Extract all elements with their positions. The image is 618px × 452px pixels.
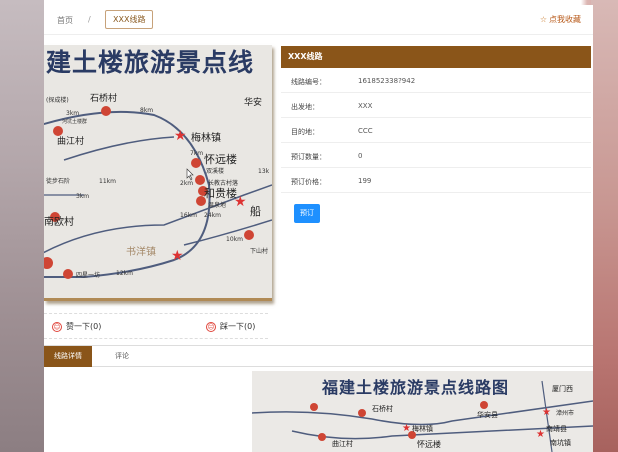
- info-row-booking-price: 预订价格： 199: [281, 168, 591, 193]
- svg-text:华安县: 华安县: [477, 410, 498, 419]
- svg-text:石桥村: 石桥村: [372, 404, 393, 413]
- route-info-panel: XXX线路 线路编号： 161852338?942 出发地： XXX 目的地： …: [281, 46, 591, 226]
- svg-text:南靖县: 南靖县: [546, 424, 567, 433]
- svg-text:★: ★: [171, 248, 184, 264]
- svg-text:怀远楼: 怀远楼: [417, 439, 441, 449]
- svg-text:温泉地: 温泉地: [208, 201, 226, 209]
- svg-text:下山村: 下山村: [250, 247, 268, 255]
- svg-text:2km: 2km: [180, 180, 193, 187]
- svg-text:3km: 3km: [66, 110, 79, 117]
- svg-text:13k: 13k: [258, 168, 270, 175]
- svg-text:梅林镇: 梅林镇: [412, 424, 433, 433]
- svg-text:梅林镇: 梅林镇: [191, 131, 221, 144]
- tab-comments[interactable]: 评论: [105, 346, 139, 367]
- info-label: 目的地：: [291, 128, 319, 136]
- svg-text:10km: 10km: [226, 236, 243, 243]
- info-row-destination: 目的地： CCC: [281, 118, 591, 143]
- background-right: [591, 0, 618, 452]
- page-container: 首页 / XXX线路 ☆ 点我收藏 建土楼旅游景点线 ★ ★ ★ (探成楼) 石…: [44, 5, 593, 452]
- svg-text:3km: 3km: [76, 193, 89, 200]
- svg-text:怀远楼: 怀远楼: [204, 152, 237, 166]
- svg-text:11km: 11km: [99, 178, 116, 185]
- map-title: 建土楼旅游景点线: [46, 48, 254, 77]
- svg-text:华安: 华安: [244, 96, 262, 108]
- route-map-image[interactable]: 建土楼旅游景点线 ★ ★ ★ (探成楼) 石桥村 河坑土楼群 曲江村 梅林镇 怀…: [44, 45, 272, 301]
- breadcrumb-separator: /: [88, 15, 91, 24]
- detail-tabs: 线路详情 评论: [44, 345, 593, 367]
- bottom-map-title: 福建土楼旅游景点线路图: [321, 378, 509, 397]
- tab-route-details[interactable]: 线路详情: [44, 346, 92, 367]
- favorite-button[interactable]: ☆ 点我收藏: [540, 14, 581, 25]
- svg-text:24km: 24km: [204, 212, 221, 219]
- svg-text:南欧村: 南欧村: [44, 215, 74, 228]
- svg-text:河坑土楼群: 河坑土楼群: [62, 118, 87, 125]
- route-detail-map-image: 福建土楼旅游景点线路图 ★ ★ ★ 厦门西 华安县 漳州市 石桥村 南靖县 梅林…: [252, 371, 593, 452]
- route-info-title: XXX线路: [281, 46, 591, 68]
- frown-icon: ☹: [206, 321, 216, 332]
- breadcrumb-current[interactable]: XXX线路: [105, 10, 154, 29]
- info-value: 0: [358, 152, 363, 160]
- info-value: 161852338?942: [358, 77, 416, 85]
- map-star-icon: ★: [174, 128, 187, 144]
- favorite-label: 点我收藏: [549, 15, 581, 24]
- map-place-label: (探成楼): [46, 96, 69, 104]
- svg-text:南坑镇: 南坑镇: [550, 438, 571, 447]
- star-icon: ☆: [539, 15, 547, 24]
- info-row-route-number: 线路编号： 161852338?942: [281, 68, 591, 93]
- svg-text:徒步石阶: 徒步石阶: [46, 177, 70, 185]
- smile-icon: ☺: [52, 321, 62, 332]
- svg-text:曲江村: 曲江村: [57, 135, 84, 147]
- svg-text:船: 船: [250, 204, 261, 218]
- info-value: CCC: [358, 127, 373, 135]
- svg-text:7km: 7km: [190, 150, 203, 157]
- top-bar: 首页 / XXX线路 ☆ 点我收藏: [44, 5, 593, 35]
- svg-text:双溪楼: 双溪楼: [206, 167, 224, 175]
- map-place-label: 石桥村: [90, 92, 117, 104]
- svg-text:长教古村落: 长教古村落: [208, 179, 238, 187]
- info-label: 线路编号：: [291, 78, 326, 86]
- svg-text:16km: 16km: [180, 212, 197, 219]
- svg-text:★: ★: [542, 407, 551, 418]
- svg-text:★: ★: [402, 423, 411, 434]
- svg-text:★: ★: [536, 429, 545, 440]
- breadcrumb-home[interactable]: 首页: [57, 15, 73, 26]
- dislike-button[interactable]: ☹ 踩一下(0): [206, 321, 255, 332]
- svg-text:和贵楼: 和贵楼: [204, 186, 237, 200]
- info-label: 预订价格：: [291, 178, 326, 186]
- info-label: 出发地：: [291, 103, 319, 111]
- svg-text:书洋镇: 书洋镇: [126, 245, 156, 258]
- svg-text:厦门西: 厦门西: [552, 384, 573, 393]
- info-row-departure: 出发地： XXX: [281, 93, 591, 118]
- info-value: 199: [358, 177, 372, 185]
- like-label: 赞一下(0): [66, 322, 102, 331]
- svg-text:12km: 12km: [116, 270, 133, 277]
- info-label: 预订数量：: [291, 153, 326, 161]
- svg-text:曲江村: 曲江村: [332, 439, 353, 448]
- svg-text:漳州市: 漳州市: [556, 409, 574, 417]
- info-value: XXX: [358, 102, 373, 110]
- info-row-booking-quantity: 预订数量： 0: [281, 143, 591, 168]
- svg-text:四星一坊: 四星一坊: [76, 271, 100, 279]
- book-button[interactable]: 预订: [294, 204, 320, 223]
- background-left: [0, 0, 44, 452]
- like-button[interactable]: ☺ 赞一下(0): [52, 321, 101, 332]
- svg-text:8km: 8km: [140, 107, 153, 114]
- vote-row: ☺ 赞一下(0) ☹ 踩一下(0): [44, 313, 268, 339]
- dislike-label: 踩一下(0): [220, 322, 256, 331]
